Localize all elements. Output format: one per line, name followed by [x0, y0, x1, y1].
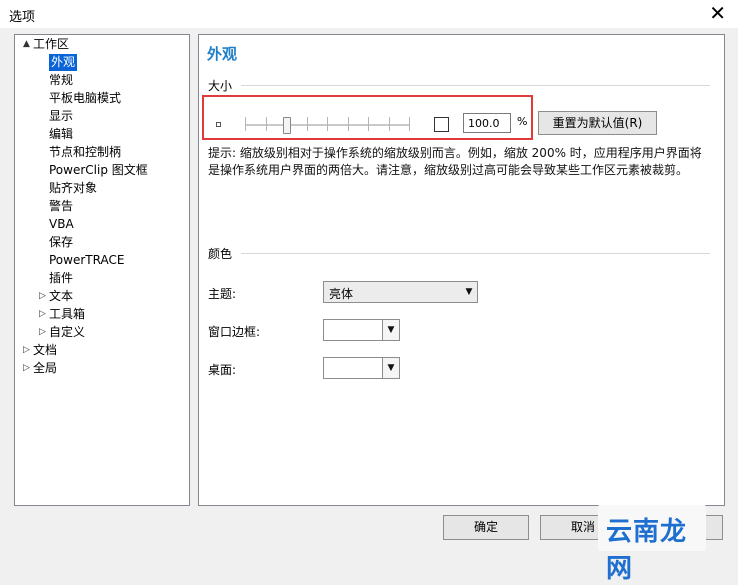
theme-label: 主题:: [208, 287, 237, 301]
size-section-divider: [241, 85, 710, 86]
color-section-divider: [241, 253, 710, 254]
chevron-down-icon[interactable]: ▼: [382, 320, 399, 340]
slider-tick: [245, 117, 246, 131]
page-title: 外观: [207, 45, 238, 63]
slider-tick: [368, 117, 369, 131]
tree-item[interactable]: 自定义: [49, 324, 85, 341]
tree-expander-icon[interactable]: ▷: [23, 345, 30, 355]
tree-item[interactable]: 保存: [49, 234, 73, 251]
slider-tick: [307, 117, 308, 131]
size-section-label: 大小: [208, 79, 233, 93]
tree-expander-icon[interactable]: ▷: [39, 327, 46, 337]
tree-expander-icon[interactable]: ▲: [23, 39, 30, 49]
window-border-color-picker[interactable]: ▼: [323, 319, 400, 341]
tree-item[interactable]: 显示: [49, 108, 73, 125]
theme-value: 亮体: [329, 287, 354, 301]
tree-expander-icon[interactable]: ▷: [39, 309, 46, 319]
tree-expander-icon[interactable]: ▷: [23, 363, 30, 373]
desktop-color-picker[interactable]: ▼: [323, 357, 400, 379]
tree-item[interactable]: 节点和控制柄: [49, 144, 121, 161]
tree-item[interactable]: VBA: [49, 216, 74, 233]
chevron-down-icon[interactable]: ▼: [461, 282, 477, 302]
tree-item[interactable]: 贴齐对象: [49, 180, 97, 197]
large-size-icon: [434, 117, 449, 132]
window-border-label: 窗口边框:: [208, 325, 261, 339]
slider-tick: [266, 117, 267, 131]
tree-expander-icon[interactable]: ▷: [39, 291, 46, 301]
watermark-text: 云南龙网: [606, 517, 688, 584]
tree-item[interactable]: 文档: [33, 342, 57, 359]
slider-tick: [389, 117, 390, 131]
zoom-hint-text: 提示: 缩放级别相对于操作系统的缩放级别而言。例如，缩放 200% 时，应用程序…: [208, 146, 702, 177]
ok-button[interactable]: 确定: [443, 515, 529, 540]
tree-item[interactable]: 警告: [49, 198, 73, 215]
zoom-input[interactable]: [463, 113, 511, 133]
tree-item[interactable]: PowerClip 图文框: [49, 162, 148, 179]
tree-item[interactable]: 常规: [49, 72, 73, 89]
tree-item[interactable]: 工作区: [33, 36, 69, 53]
title-bar: 选项 ✕: [0, 0, 738, 28]
tree-item[interactable]: 文本: [49, 288, 73, 305]
reset-default-button[interactable]: 重置为默认值(R): [538, 111, 657, 135]
desktop-label: 桌面:: [208, 363, 237, 377]
theme-dropdown[interactable]: 亮体 ▼: [323, 281, 478, 303]
slider-thumb[interactable]: [283, 117, 291, 134]
slider-tick: [409, 117, 410, 131]
window-title: 选项: [9, 10, 36, 25]
slider-tick: [327, 117, 328, 131]
tree-item[interactable]: 外观: [49, 54, 78, 71]
chevron-down-icon[interactable]: ▼: [382, 358, 399, 378]
small-size-icon: [216, 122, 221, 127]
watermark-logo: 云南龙网: [598, 505, 706, 584]
tree-item[interactable]: 编辑: [49, 126, 73, 143]
tree-item[interactable]: PowerTRACE: [49, 252, 124, 269]
close-icon[interactable]: ✕: [709, 1, 726, 25]
tree-item[interactable]: 插件: [49, 270, 73, 287]
options-panel: 外观 大小 % 重置为默认值(R) 提示: 缩放级别相对于操作系统的缩放级别而言…: [198, 34, 725, 506]
slider-tick: [348, 117, 349, 131]
percent-unit: %: [517, 115, 528, 128]
tree-item[interactable]: 全局: [33, 360, 57, 377]
category-tree[interactable]: ▲ 工作区 外观 常规 平板电脑模式 显示 编辑 节点和控制柄 PowerClip 图文框 贴齐对…: [14, 34, 190, 506]
tree-item[interactable]: 工具箱: [49, 306, 85, 323]
color-section-label: 颜色: [208, 247, 233, 261]
tree-item[interactable]: 平板电脑模式: [49, 90, 121, 107]
